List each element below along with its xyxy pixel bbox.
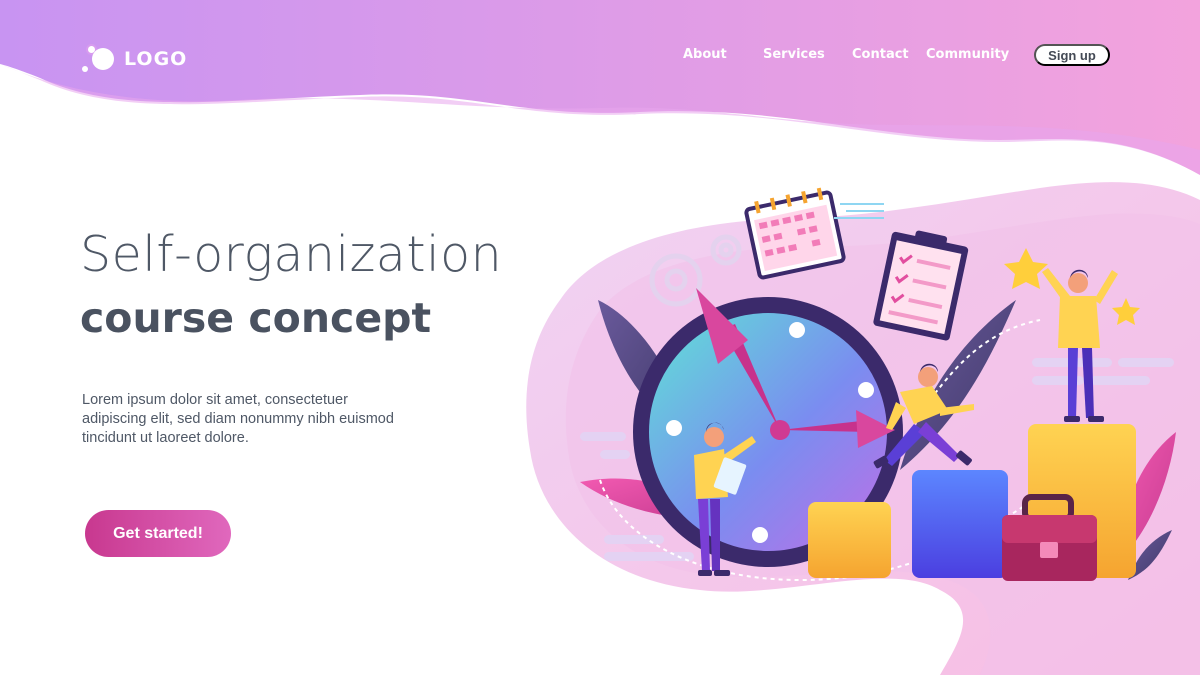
hero-subtitle: course concept <box>80 294 432 342</box>
logo-text: LOGO <box>124 48 188 70</box>
nav-contact[interactable]: Contact <box>852 47 909 62</box>
hero-description: Lorem ipsum dolor sit amet, consectetuer… <box>82 392 394 446</box>
hero-title: Self-organization <box>80 226 503 283</box>
signup-button[interactable]: Sign up <box>1034 44 1110 66</box>
logo-mark-icon <box>82 44 116 74</box>
main-nav: About Services Contact Community Sign up <box>660 44 1120 66</box>
nav-about[interactable]: About <box>683 47 727 62</box>
nav-services[interactable]: Services <box>763 47 825 62</box>
calendar-icon <box>744 187 846 280</box>
nav-community[interactable]: Community <box>926 47 1009 62</box>
logo[interactable]: LOGO <box>82 44 187 74</box>
get-started-button[interactable]: Get started! <box>85 510 231 557</box>
